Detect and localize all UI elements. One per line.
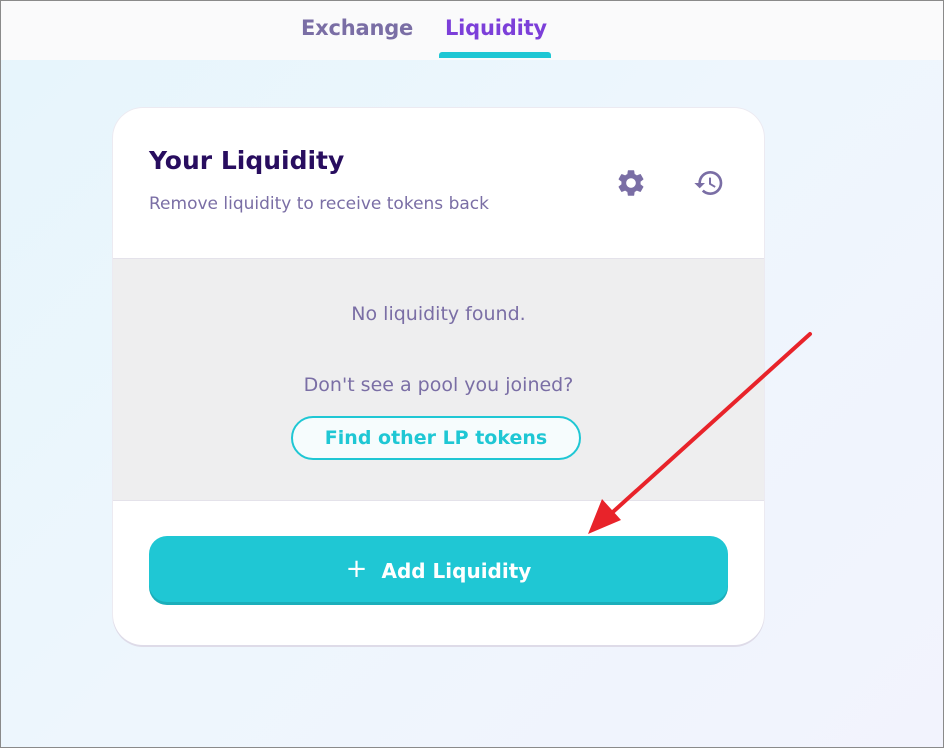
history-button[interactable] — [689, 163, 729, 203]
add-liquidity-label: Add Liquidity — [381, 558, 532, 583]
gear-icon — [618, 170, 644, 196]
card-title: Your Liquidity — [149, 146, 345, 175]
liquidity-card: Your Liquidity Remove liquidity to recei… — [113, 108, 764, 645]
tab-exchange[interactable]: Exchange — [301, 16, 413, 40]
top-nav: Exchange Liquidity — [0, 0, 944, 60]
empty-state-message: No liquidity found. — [351, 303, 526, 325]
find-pool-prompt: Don't see a pool you joined? — [303, 374, 574, 396]
find-lp-tokens-button[interactable]: Find other LP tokens — [291, 416, 581, 460]
card-subtitle: Remove liquidity to receive tokens back — [149, 194, 489, 214]
settings-button[interactable] — [611, 163, 651, 203]
card-header: Your Liquidity Remove liquidity to recei… — [113, 108, 764, 258]
history-icon — [694, 171, 723, 196]
add-liquidity-button[interactable]: + Add Liquidity — [149, 536, 728, 605]
active-tab-indicator — [439, 52, 551, 58]
tab-liquidity[interactable]: Liquidity — [445, 16, 547, 40]
plus-icon: + — [345, 554, 368, 584]
liquidity-list-area: No liquidity found. Don't see a pool you… — [113, 258, 764, 501]
